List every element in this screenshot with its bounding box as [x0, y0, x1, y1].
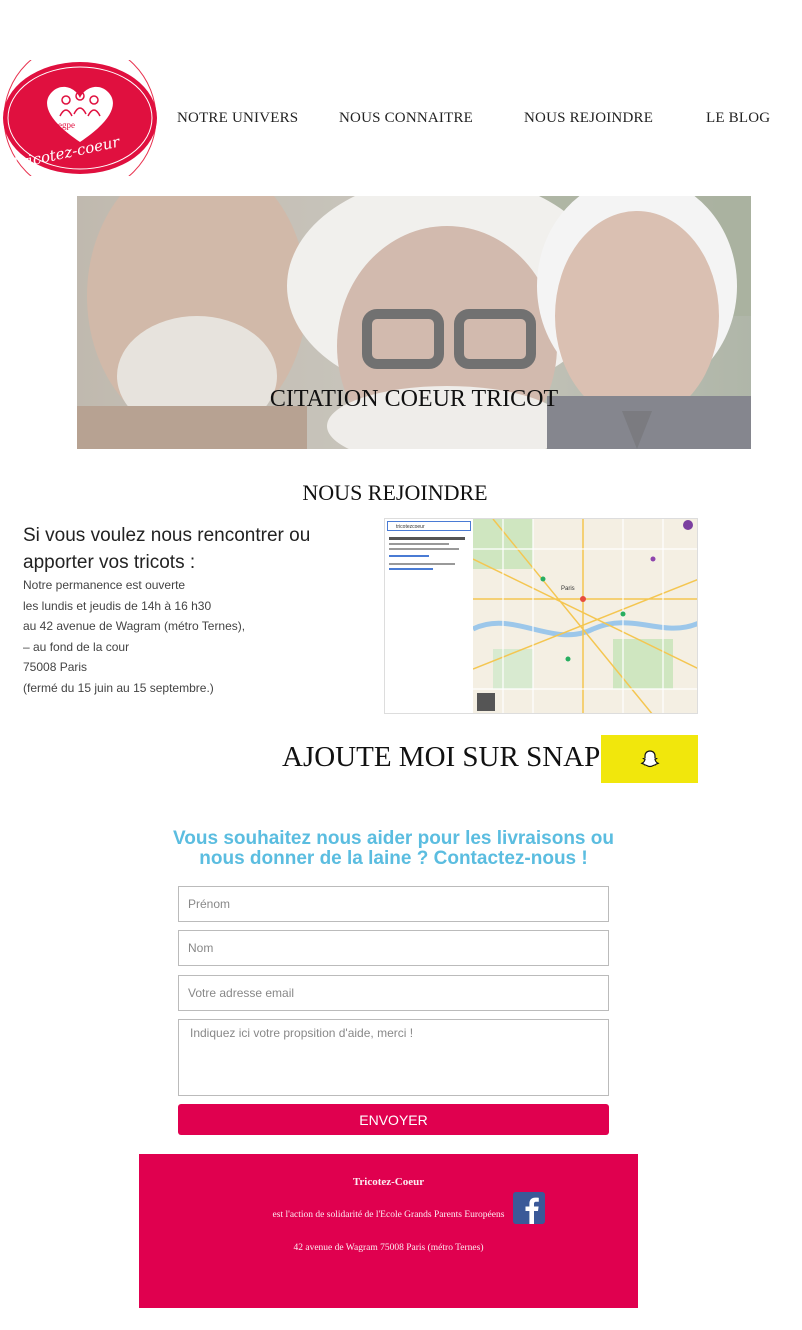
- snapchat-button[interactable]: [601, 735, 698, 783]
- submit-button[interactable]: ENVOYER: [178, 1104, 609, 1135]
- email-field[interactable]: [178, 975, 609, 1011]
- footer: Tricotez-Coeur est l'action de solidarit…: [139, 1154, 638, 1308]
- nav-notre-univers[interactable]: NOTRE UNIVERS: [177, 110, 298, 127]
- contact-line: au 42 avenue de Wagram (métro Ternes),: [23, 619, 246, 634]
- facebook-button[interactable]: [513, 1192, 545, 1224]
- map-search-input[interactable]: tricotezcoeur: [387, 521, 471, 531]
- map-canvas[interactable]: [473, 519, 698, 714]
- contact-line: (fermé du 15 juin au 15 septembre.): [23, 680, 214, 695]
- contact-line: Notre permanence est ouverte: [23, 578, 186, 592]
- contact-line: – au fond de la cour: [23, 639, 130, 654]
- nav-nous-rejoindre[interactable]: NOUS REJOINDRE: [524, 110, 653, 127]
- message-field[interactable]: [178, 1019, 609, 1096]
- last-name-field[interactable]: [178, 930, 609, 966]
- logo[interactable]: egpe Tricotez-coeur: [0, 41, 160, 195]
- contact-details: Notre permanence est ouverte les lundis …: [23, 575, 323, 699]
- contact-line: les lundis et jeudis de 14h à 16 h30: [23, 598, 212, 613]
- map-link[interactable]: [389, 555, 429, 557]
- map-result-text: [389, 543, 449, 545]
- map-embed[interactable]: tricotezcoeur Paris: [384, 518, 698, 714]
- map-link[interactable]: [389, 568, 433, 570]
- form-title: Vous souhaitez nous aider pour les livra…: [173, 828, 614, 869]
- nav-nous-connaitre[interactable]: NOUS CONNAITRE: [339, 110, 473, 127]
- nav-le-blog[interactable]: LE BLOG: [706, 110, 770, 127]
- map-city-label: Paris: [561, 586, 575, 592]
- contact-line: 75008 Paris: [23, 660, 88, 675]
- hero-banner: CITATION COEUR TRICOT: [77, 196, 751, 449]
- contact-intro: Si vous voulez nous rencontrer ou apport…: [23, 525, 311, 573]
- map-result-text: [389, 537, 465, 540]
- map-result-text: [389, 548, 459, 550]
- first-name-field[interactable]: [178, 886, 609, 922]
- footer-line-1: est l'action de solidarité de l'Ecole Gr…: [272, 1210, 505, 1220]
- footer-title: Tricotez-Coeur: [352, 1176, 425, 1188]
- map-side-panel: tricotezcoeur: [385, 519, 473, 713]
- logo-badge: egpe: [58, 120, 75, 130]
- section-title: NOUS REJOINDRE: [302, 480, 488, 505]
- snapchat-ghost-icon: [639, 750, 660, 768]
- footer-line-2: 42 avenue de Wagram 75008 Paris (métro T…: [293, 1243, 484, 1253]
- hero-title: CITATION COEUR TRICOT: [269, 386, 559, 412]
- facebook-icon: [513, 1192, 545, 1224]
- map-result-text: [389, 563, 455, 565]
- snap-text: AJOUTE MOI SUR SNAP: [282, 741, 601, 773]
